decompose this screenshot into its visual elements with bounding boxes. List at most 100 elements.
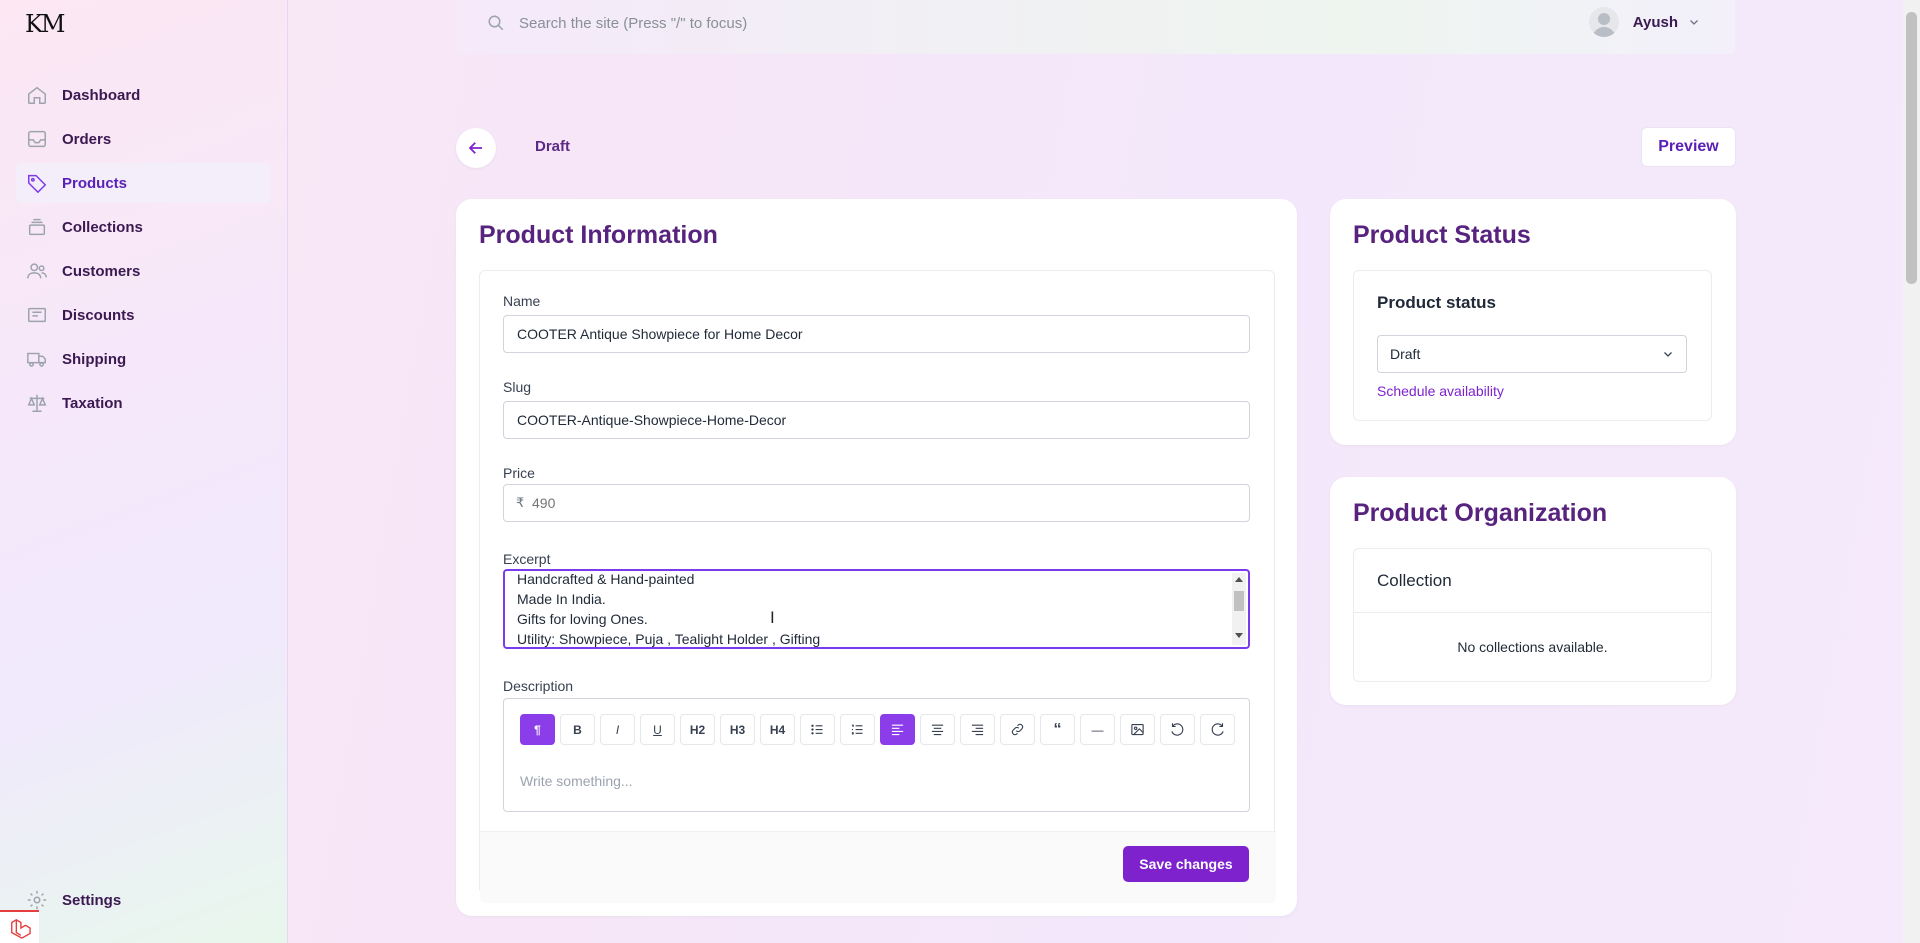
scrollbar-thumb[interactable]: [1234, 591, 1244, 611]
avatar: [1588, 7, 1619, 37]
redo-icon: [1211, 723, 1224, 736]
sidebar-item-dashboard[interactable]: Dashboard: [16, 75, 271, 115]
inbox-icon: [28, 130, 46, 148]
top-bar: Ayush: [457, 0, 1735, 54]
page-scrollbar-thumb[interactable]: [1906, 12, 1917, 284]
description-editor[interactable]: ¶ B I U H2 H3 H4 “ — Write something...: [503, 698, 1250, 812]
sidebar-item-label: Shipping: [62, 350, 127, 368]
paragraph-button[interactable]: ¶: [520, 714, 555, 745]
heading-3-button[interactable]: H3: [720, 714, 755, 745]
status-panel: Product status Draft Schedule availabili…: [1353, 270, 1712, 421]
receipt-icon: [28, 307, 46, 323]
redo-button[interactable]: [1200, 714, 1235, 745]
sidebar-item-settings[interactable]: Settings: [26, 889, 121, 911]
link-button[interactable]: [1000, 714, 1035, 745]
stack-icon: [28, 218, 46, 236]
scale-icon: [27, 394, 47, 412]
excerpt-line: Gifts for loving Ones.: [517, 611, 648, 627]
link-icon: [1011, 723, 1024, 736]
sidebar-item-orders[interactable]: Orders: [16, 119, 271, 159]
card-title: Product Organization: [1353, 499, 1608, 527]
sidebar-item-label: Discounts: [62, 306, 135, 324]
heading-2-button[interactable]: H2: [680, 714, 715, 745]
search-input[interactable]: [519, 8, 1319, 38]
search-icon: [488, 15, 504, 31]
excerpt-line: Handcrafted & Hand-painted: [517, 571, 695, 587]
sidebar-item-products[interactable]: Products: [16, 163, 271, 203]
sidebar-item-customers[interactable]: Customers: [16, 251, 271, 291]
framework-logo-icon[interactable]: [0, 910, 39, 943]
product-status-card: Product Status Product status Draft Sche…: [1330, 199, 1736, 445]
ordered-list-button[interactable]: [840, 714, 875, 745]
users-icon: [27, 263, 47, 279]
slug-field[interactable]: [503, 401, 1250, 439]
product-organization-card: Product Organization Collection No colle…: [1330, 477, 1736, 705]
arrow-left-icon: [468, 142, 482, 154]
tag-icon: [28, 174, 47, 194]
underline-button[interactable]: U: [640, 714, 675, 745]
align-center-icon: [931, 724, 944, 736]
schedule-availability-link[interactable]: Schedule availability: [1377, 383, 1504, 399]
name-label: Name: [503, 293, 541, 309]
sidebar-item-collections[interactable]: Collections: [16, 207, 271, 247]
text-cursor-icon: I: [770, 608, 775, 627]
heading-3-icon: H3: [729, 722, 746, 737]
align-left-icon: [891, 724, 904, 736]
sidebar-item-label: Orders: [62, 130, 112, 148]
excerpt-line: Utility: Showpiece, Puja , Tealight Hold…: [517, 631, 821, 647]
excerpt-textarea[interactable]: Handcrafted & Hand-painted Made In India…: [503, 569, 1250, 649]
price-field-wrapper: ₹: [503, 484, 1250, 522]
price-field[interactable]: [532, 485, 1232, 521]
sidebar-item-shipping[interactable]: Shipping: [16, 339, 271, 379]
product-form: Name Slug Price ₹ Excerpt Handcrafted & …: [479, 270, 1276, 903]
empty-collections-text: No collections available.: [1457, 639, 1608, 655]
sidebar-item-label: Taxation: [62, 394, 123, 412]
undo-icon: [1171, 723, 1184, 736]
underline-icon: U: [653, 722, 662, 737]
quote-icon: “: [1053, 720, 1062, 738]
preview-button[interactable]: Preview: [1641, 127, 1736, 167]
collection-label: Collection: [1377, 571, 1452, 590]
brand-logo[interactable]: KM: [25, 10, 65, 38]
scroll-down-icon[interactable]: [1235, 633, 1243, 638]
chevron-down-icon: [1690, 20, 1698, 25]
status-select[interactable]: Draft: [1377, 335, 1687, 373]
status-selected-value: Draft: [1390, 346, 1421, 362]
italic-button[interactable]: I: [600, 714, 635, 745]
align-right-icon: [971, 724, 984, 736]
bold-button[interactable]: B: [560, 714, 595, 745]
collection-panel: Collection No collections available.: [1353, 548, 1712, 682]
save-button[interactable]: Save changes: [1123, 846, 1249, 882]
divider: [1354, 612, 1711, 613]
sidebar-item-label: Settings: [62, 891, 122, 909]
home-icon: [28, 86, 46, 104]
excerpt-label: Excerpt: [503, 551, 551, 567]
undo-button[interactable]: [1160, 714, 1195, 745]
username: Ayush: [1632, 13, 1678, 31]
description-label: Description: [503, 678, 574, 694]
page-status-label: Draft: [535, 138, 571, 155]
bullet-list-button[interactable]: [800, 714, 835, 745]
slug-label: Slug: [503, 379, 532, 395]
card-title: Product Status: [1353, 221, 1531, 249]
user-menu[interactable]: Ayush: [1588, 7, 1700, 37]
excerpt-line: Made In India.: [517, 591, 606, 607]
back-button[interactable]: [456, 128, 496, 168]
sidebar-item-discounts[interactable]: Discounts: [16, 295, 271, 335]
currency-symbol: ₹: [516, 495, 525, 510]
image-button[interactable]: [1120, 714, 1155, 745]
name-field[interactable]: [503, 315, 1250, 353]
scroll-up-icon[interactable]: [1235, 577, 1243, 582]
heading-2-icon: H2: [689, 722, 706, 737]
sidebar-item-label: Customers: [62, 262, 141, 280]
align-right-button[interactable]: [960, 714, 995, 745]
heading-4-button[interactable]: H4: [760, 714, 795, 745]
chevron-down-icon: [1664, 352, 1672, 357]
product-information-card: Product Information Name Slug Price ₹ Ex…: [456, 199, 1297, 916]
blockquote-button[interactable]: “: [1040, 714, 1075, 745]
align-center-button[interactable]: [920, 714, 955, 745]
horizontal-rule-button[interactable]: —: [1080, 714, 1115, 745]
align-left-button[interactable]: [880, 714, 915, 745]
sidebar: KM Dashboard Orders Products Collections…: [0, 0, 288, 943]
sidebar-item-taxation[interactable]: Taxation: [16, 383, 271, 423]
